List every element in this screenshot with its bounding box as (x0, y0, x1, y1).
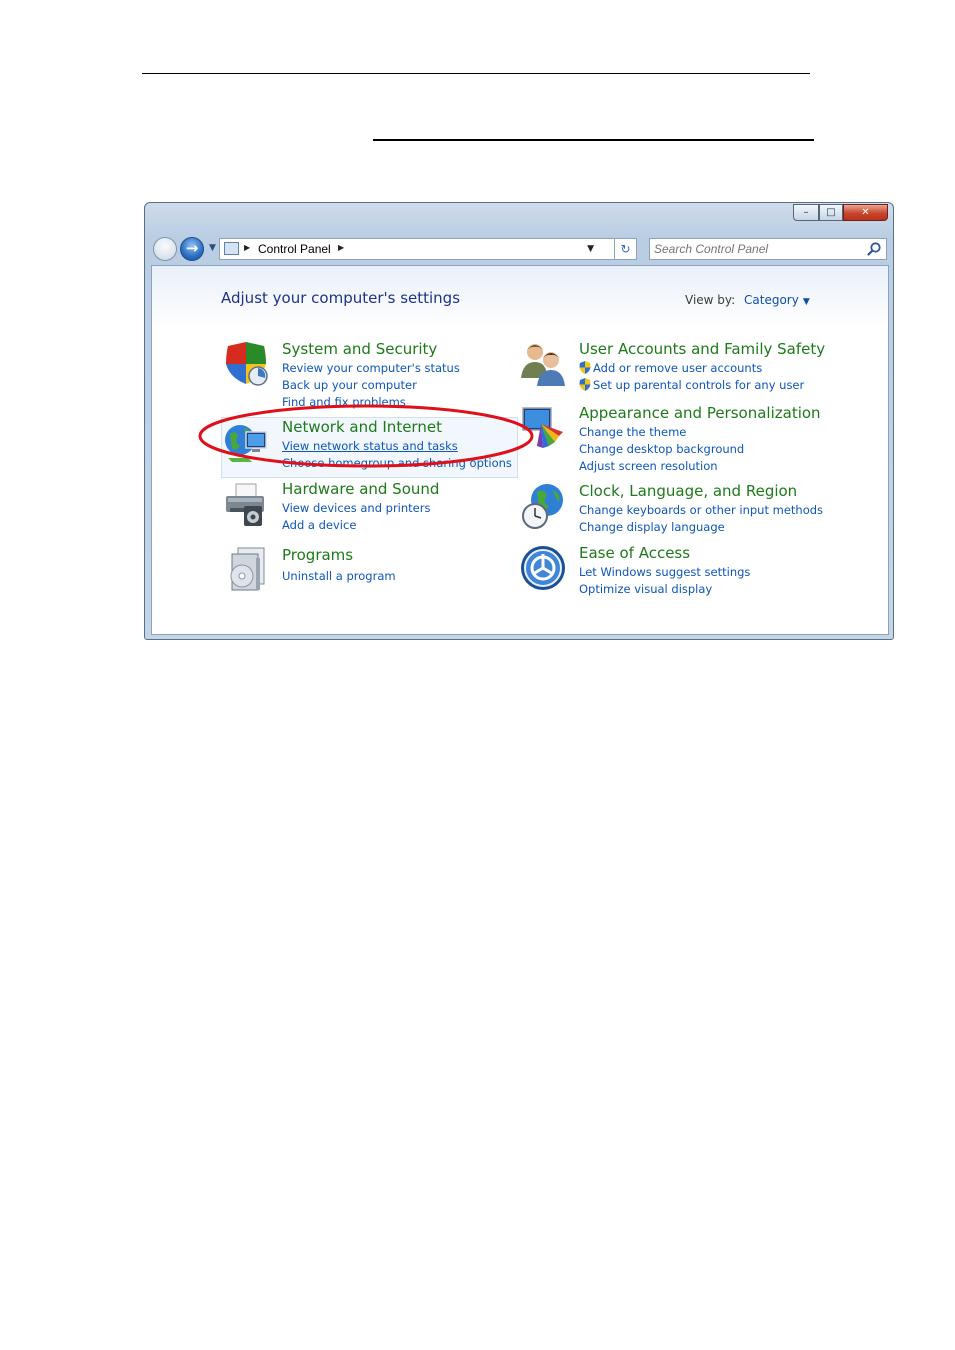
uac-shield-icon (579, 378, 591, 391)
minimize-button[interactable]: – (793, 204, 819, 221)
programs-icon (230, 547, 265, 591)
link-parental-controls[interactable]: Set up parental controls for any user (579, 377, 804, 394)
category-title[interactable]: Clock, Language, and Region (579, 482, 797, 500)
view-by-label: View by: (685, 293, 736, 307)
ease-of-access-icon (521, 546, 565, 590)
link-screen-resolution[interactable]: Adjust screen resolution (579, 458, 744, 475)
forward-button[interactable]: → (180, 237, 204, 261)
breadcrumb-control-panel[interactable]: Control Panel (258, 242, 331, 256)
link-devices-printers[interactable]: View devices and printers (282, 500, 430, 517)
back-button[interactable] (153, 237, 177, 261)
refresh-button[interactable]: ↻ (615, 238, 637, 260)
link-windows-suggest[interactable]: Let Windows suggest settings (579, 564, 750, 581)
top-rule (142, 73, 810, 74)
link-desktop-background[interactable]: Change desktop background (579, 441, 744, 458)
control-panel-icon (224, 242, 239, 255)
shield-icon (226, 342, 268, 386)
address-bar[interactable]: ▶ Control Panel ▶ ▼ (219, 238, 615, 260)
category-title[interactable]: Appearance and Personalization (579, 404, 821, 422)
view-by-dropdown[interactable]: Category ▼ (744, 293, 810, 307)
link-change-theme[interactable]: Change the theme (579, 424, 744, 441)
link-optimize-display[interactable]: Optimize visual display (579, 581, 750, 598)
search-icon[interactable] (866, 241, 882, 257)
chevron-down-icon[interactable]: ▼ (803, 297, 810, 307)
link-label[interactable]: Add or remove user accounts (593, 361, 762, 375)
printer-icon (226, 483, 264, 526)
link-uninstall-program[interactable]: Uninstall a program (282, 568, 396, 585)
annotation-red-ellipse (198, 404, 534, 468)
link-display-language[interactable]: Change display language (579, 519, 823, 536)
category-title[interactable]: Ease of Access (579, 544, 690, 562)
category-title[interactable]: Hardware and Sound (282, 480, 439, 498)
link-review-status[interactable]: Review your computer's status (282, 360, 460, 377)
link-keyboards-input[interactable]: Change keyboards or other input methods (579, 502, 823, 519)
recent-pages-dropdown[interactable]: ▼ (209, 243, 216, 253)
view-by-value[interactable]: Category (744, 293, 799, 307)
users-icon (521, 344, 565, 386)
link-add-device[interactable]: Add a device (282, 517, 430, 534)
category-title[interactable]: Programs (282, 546, 353, 564)
navigation-bar: → ▼ ▶ Control Panel ▶ ▼ ↻ (151, 236, 889, 263)
category-title[interactable]: User Accounts and Family Safety (579, 340, 825, 358)
link-add-remove-accounts[interactable]: Add or remove user accounts (579, 360, 804, 377)
clock-globe-icon (522, 484, 563, 529)
section-rule (373, 139, 814, 141)
category-title[interactable]: System and Security (282, 340, 437, 358)
window-controls: – □ ✕ (793, 204, 888, 221)
close-button[interactable]: ✕ (843, 204, 888, 221)
link-label[interactable]: Set up parental controls for any user (593, 378, 804, 392)
search-box[interactable] (649, 238, 887, 260)
page-title: Adjust your computer's settings (221, 289, 461, 307)
breadcrumb-arrow-icon[interactable]: ▶ (338, 243, 344, 252)
maximize-button[interactable]: □ (819, 204, 843, 221)
link-back-up[interactable]: Back up your computer (282, 377, 460, 394)
breadcrumb-arrow-icon[interactable]: ▶ (244, 243, 250, 252)
uac-shield-icon (579, 361, 591, 374)
search-input[interactable] (654, 241, 859, 257)
address-dropdown-icon[interactable]: ▼ (587, 244, 594, 254)
